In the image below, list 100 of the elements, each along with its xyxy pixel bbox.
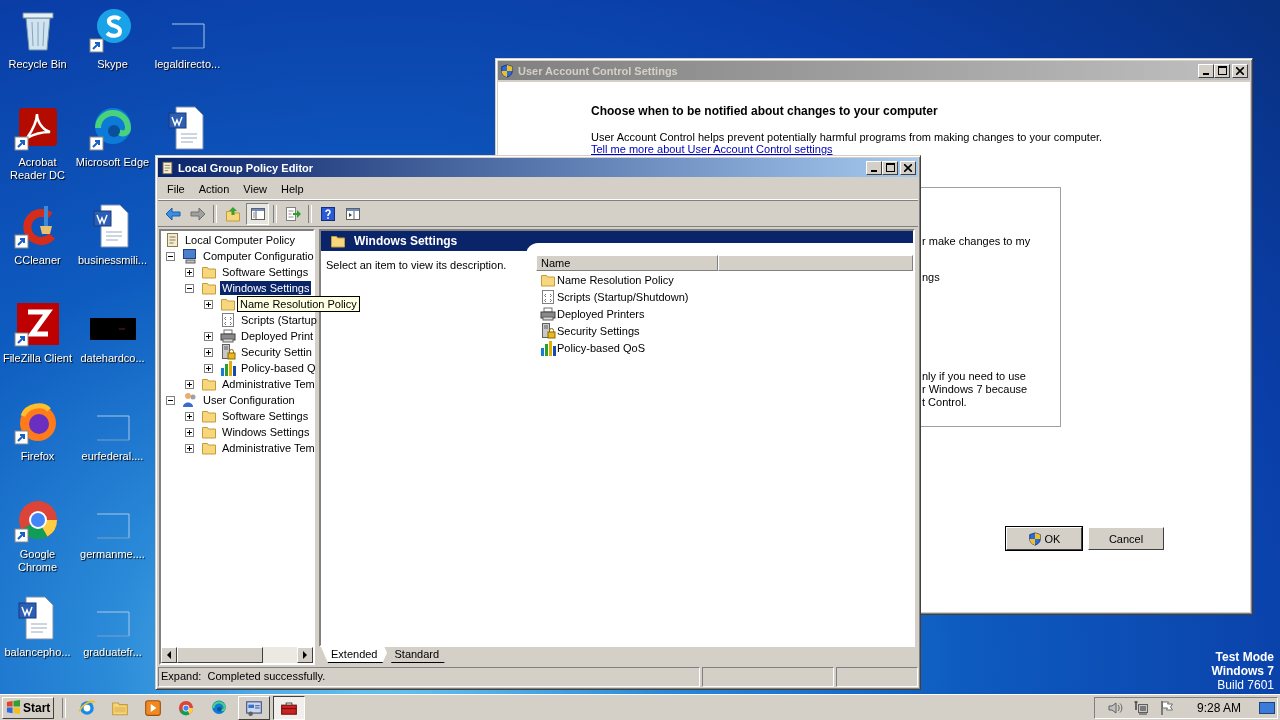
list-item[interactable]: Scripts (Startup/Shutdown) [557, 290, 689, 303]
folder-icon [201, 376, 217, 392]
console-icon [245, 698, 263, 717]
tree-item[interactable]: Administrative Tem [220, 377, 317, 391]
tree-item[interactable]: Computer Configuratio [201, 249, 316, 263]
tree-item[interactable]: Deployed Print [239, 329, 316, 343]
flag-icon[interactable] [1158, 699, 1175, 716]
collapse-toggle[interactable] [185, 283, 194, 293]
info-text: nly if you need to use [922, 370, 1027, 383]
menu-item[interactable]: Action [191, 182, 237, 195]
expand-toggle[interactable] [204, 347, 213, 357]
desktop-icon-label[interactable]: datehardco... [74, 352, 151, 365]
tree-item[interactable]: Scripts (Startup [239, 313, 319, 327]
desktop-icon-label[interactable]: graduatefr... [74, 646, 151, 659]
expand-toggle[interactable] [185, 267, 194, 277]
desktop-icon-label[interactable]: businessmili... [74, 254, 151, 267]
desktop-icon-label[interactable]: Firefox [0, 450, 76, 463]
info-text: r Windows 7 because [922, 383, 1029, 396]
server-lock-icon [220, 344, 236, 360]
ok-button[interactable]: OK [1006, 527, 1082, 550]
tree-item[interactable]: Administrative Tem [220, 441, 317, 455]
desktop-icon-label[interactable]: FileZilla Client [0, 352, 76, 365]
column-header[interactable] [718, 255, 913, 271]
test-mode-text: Build 7601 [1217, 678, 1274, 692]
network-icon[interactable] [1132, 699, 1149, 716]
scroll-left-icon[interactable] [166, 651, 172, 659]
menu-item[interactable]: File [160, 182, 192, 195]
tree-item[interactable]: Security Settin [239, 345, 314, 359]
maximize-button[interactable] [882, 160, 898, 175]
status-text: Expand: Completed successfully. [158, 667, 700, 687]
expand-toggle[interactable] [204, 299, 213, 309]
expand-toggle[interactable] [185, 379, 194, 389]
desktop-icon-label[interactable]: Skype [74, 58, 151, 71]
expand-toggle[interactable] [204, 331, 213, 341]
description-text: Select an item to view its description. [326, 259, 507, 271]
desktop-icon-label[interactable]: eurfederal.... [74, 450, 151, 463]
users-icon [182, 392, 198, 408]
folder-icon [201, 424, 217, 440]
window-title: Local Group Policy Editor [178, 161, 315, 174]
tree-item[interactable]: Windows Settings [220, 281, 312, 295]
tree-item[interactable]: Software Settings [220, 265, 311, 279]
expand-toggle[interactable] [185, 427, 194, 437]
menu-item[interactable]: View [236, 182, 274, 195]
properties-icon [344, 206, 361, 222]
close-button[interactable] [900, 160, 916, 175]
taskbar-button[interactable] [273, 695, 305, 720]
scroll-right-icon[interactable] [302, 651, 308, 659]
scroll-icon [160, 160, 174, 175]
desktop-icon-label[interactable]: legaldirecto... [149, 58, 226, 71]
column-header[interactable]: Name [536, 255, 718, 271]
desktop-icon-label[interactable]: germanme.... [74, 548, 151, 561]
tree-item[interactable]: Windows Settings [220, 425, 312, 439]
expand-toggle[interactable] [185, 443, 194, 453]
start-button[interactable]: Start [2, 696, 54, 719]
show-desktop-button[interactable] [1259, 699, 1275, 716]
collapse-toggle[interactable] [166, 251, 175, 261]
learn-more-link[interactable]: Tell me more about User Account Control settings [591, 143, 833, 155]
media-player-icon[interactable] [144, 698, 162, 717]
minimize-icon [1203, 72, 1209, 75]
window-title: User Account Control Settings [518, 64, 679, 77]
browser-icon[interactable] [78, 698, 96, 717]
cancel-button[interactable]: Cancel [1088, 527, 1164, 550]
ftp-app-icon[interactable] [13, 300, 62, 348]
clock[interactable]: 9:28 AM [1196, 700, 1241, 715]
desktop-icon-label[interactable]: Google Chrome [0, 548, 76, 574]
tree-item[interactable]: Policy-based Q [239, 361, 318, 375]
test-mode-text: Test Mode [1215, 650, 1274, 664]
shield-icon [500, 63, 514, 78]
desktop-icon-label[interactable]: Recycle Bin [0, 58, 76, 71]
list-item[interactable]: Policy-based QoS [557, 341, 646, 354]
browser-icon[interactable] [210, 698, 228, 717]
list-item[interactable]: Name Resolution Policy [557, 273, 674, 286]
description-text: User Account Control helps prevent potentially harmful programs from making changes to your computer. [591, 131, 1103, 143]
desktop-icon-label[interactable]: Acrobat Reader DC [0, 156, 76, 182]
list-item[interactable]: Deployed Printers [557, 307, 645, 320]
speaker-icon[interactable] [1106, 699, 1123, 716]
maximize-icon [1217, 66, 1227, 75]
toolbar-button[interactable] [246, 203, 269, 225]
desktop-icon-label[interactable]: balancepho... [0, 646, 76, 659]
horizontal-scrollbar[interactable] [161, 647, 313, 663]
minimize-button[interactable] [866, 160, 882, 175]
minimize-icon [871, 169, 877, 172]
test-mode-text: Windows 7 [1211, 664, 1274, 678]
desktop-icon-label[interactable]: CCleaner [0, 254, 76, 267]
printer-icon [220, 328, 236, 344]
shield-icon [1027, 531, 1042, 546]
collapse-toggle[interactable] [166, 395, 175, 405]
tree-item[interactable]: User Configuration [201, 393, 297, 407]
scrollbar-thumb[interactable] [177, 647, 263, 663]
desktop-icon-label[interactable]: Microsoft Edge [74, 156, 151, 169]
close-icon [1236, 66, 1244, 75]
list-item[interactable]: Security Settings [557, 324, 640, 337]
panes-icon [249, 206, 266, 222]
back-arrow-icon [164, 206, 181, 222]
folder-icon [330, 233, 346, 249]
tree-item[interactable]: Software Settings [220, 409, 311, 423]
menu-item[interactable]: Help [273, 182, 311, 195]
expand-toggle[interactable] [204, 363, 213, 373]
expand-toggle[interactable] [185, 411, 194, 421]
tree-item[interactable]: Local Computer Policy [183, 233, 298, 247]
